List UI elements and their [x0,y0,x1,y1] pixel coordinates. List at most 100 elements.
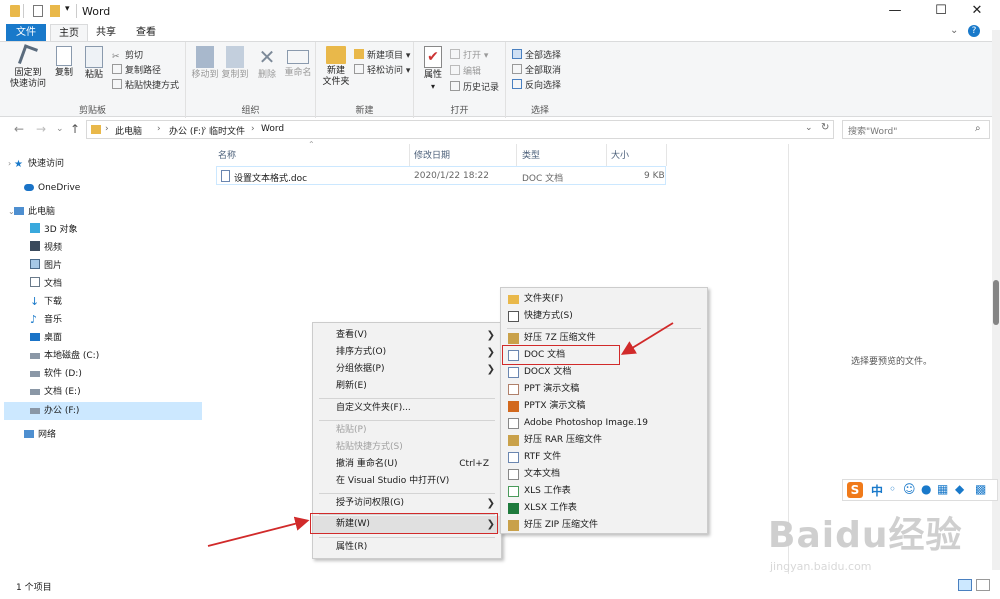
toolbox-icon[interactable]: ▩ [975,482,986,496]
submenu-arrow-icon: ❯ [486,364,495,375]
tab-view[interactable]: 查看 [130,24,162,41]
nav-downloads[interactable]: ↓ 下载 [30,293,62,311]
open-button[interactable]: 打开 ▾ [450,48,488,61]
copy-button[interactable]: 复制 [50,46,78,79]
properties-button[interactable]: ✔ 属性 ▾ [420,46,446,92]
select-all-button[interactable]: 全部选择 [512,48,561,61]
easy-access-button[interactable]: 轻松访问 ▾ [354,63,410,76]
paste-shortcut-button[interactable]: 粘贴快捷方式 [112,78,179,91]
menu-item-customize-folder[interactable]: 自定义文件夹(F)... [313,400,501,417]
nav-pictures[interactable]: 图片 [30,257,62,275]
menu-item-sort-by[interactable]: 排序方式(O) ❯ [313,344,501,361]
new-folder-button[interactable]: 新建 文件夹 [320,46,352,88]
copy-to-button[interactable]: 复制到 [220,46,250,81]
tab-home[interactable]: 主页 [50,24,88,41]
menu-item-undo-rename[interactable]: 撤消 重命名(U) Ctrl+Z [313,456,501,473]
nav-drive-e[interactable]: 文档 (E:) [30,383,81,401]
column-header-size[interactable]: 大小 [611,148,629,161]
new-rtf-item[interactable]: RTF 文件 [501,449,707,466]
new-xls-item[interactable]: XLS 工作表 [501,483,707,500]
refresh-icon[interactable]: ↻ [821,122,829,133]
breadcrumb-this-pc[interactable]: 此电脑 [115,124,142,137]
menu-item-give-access[interactable]: 授予访问权限(G) ❯ [313,495,501,512]
history-button[interactable]: 历史记录 [450,80,499,93]
up-arrow-icon[interactable]: ↑ [70,122,80,136]
address-box[interactable]: › 此电脑 › 办公 (F:) › 临时文件 › Word ⌄ ↻ [86,120,834,139]
nav-desktop[interactable]: 桌面 [30,329,62,347]
move-to-button[interactable]: 移动到 [190,46,220,81]
large-icons-view-icon[interactable] [976,579,990,591]
nav-drive-c[interactable]: 本地磁盘 (C:) [30,347,99,365]
new-folder-quick-icon[interactable] [50,5,60,17]
download-icon: ↓ [30,295,40,308]
menu-item-open-in-visual-studio[interactable]: 在 Visual Studio 中打开(V) [313,473,501,490]
quick-access-dropdown-icon[interactable]: ▾ [65,4,70,14]
breadcrumb-temp-folder[interactable]: 临时文件 [209,124,245,137]
nav-3d-objects[interactable]: 3D 对象 [30,221,78,239]
copy-path-button[interactable]: 复制路径 [112,63,161,76]
nav-network[interactable]: 网络 [24,426,56,444]
back-arrow-icon[interactable]: ← [14,122,24,136]
column-header-name[interactable]: 名称 [218,148,236,161]
breadcrumb-word[interactable]: Word [261,124,284,134]
close-button[interactable]: ✕ [954,0,1000,22]
new-ppt-item[interactable]: PPT 演示文稿 [501,381,707,398]
details-view-icon[interactable] [958,579,972,591]
rename-button[interactable]: 重命名 [282,46,314,79]
cut-button[interactable]: ✂ 剪切 [112,48,143,62]
search-input[interactable]: 搜索"Word" ⌕ [842,120,990,139]
cube-icon [30,223,40,233]
expand-chevron-icon[interactable]: ⌄ [8,203,15,221]
expand-chevron-icon[interactable]: › [8,155,11,173]
tab-share[interactable]: 共享 [92,24,120,41]
new-zip-archive-item[interactable]: 好压 ZIP 压缩文件 [501,517,707,534]
forward-arrow-icon[interactable]: → [36,122,46,136]
menu-item-refresh[interactable]: 刷新(E) [313,378,501,395]
scrollbar-thumb[interactable] [993,280,999,325]
paste-button[interactable]: 粘贴 [80,46,108,81]
help-icon[interactable]: ? [968,25,980,37]
expand-ribbon-icon[interactable]: ⌄ [950,25,958,36]
new-item-button[interactable]: 新建项目 ▾ [354,48,410,61]
menu-item-properties[interactable]: 属性(R) [313,539,501,556]
new-psd-item[interactable]: Adobe Photoshop Image.19 [501,415,707,432]
menu-item-group-by[interactable]: 分组依据(P) ❯ [313,361,501,378]
microphone-icon[interactable]: ● [921,482,931,496]
invert-selection-button[interactable]: 反向选择 [512,78,561,91]
pin-quick-access-button[interactable]: 固定到 快速访问 [8,44,48,90]
new-pptx-item[interactable]: PPTX 演示文稿 [501,398,707,415]
edit-button[interactable]: 编辑 [450,64,481,77]
keyboard-icon[interactable]: ▦ [937,482,948,496]
table-row[interactable]: 设置文本格式.doc 2020/1/22 18:22 DOC 文档 9 KB [216,166,666,185]
minimize-button[interactable]: — [872,0,918,22]
new-text-item[interactable]: 文本文档 [501,466,707,483]
sogou-logo[interactable]: S [847,482,863,498]
address-dropdown-icon[interactable]: ⌄ [805,123,813,133]
ime-language-toggle[interactable]: 中 [871,482,883,499]
tab-file[interactable]: 文件 [6,24,46,41]
nav-videos[interactable]: 视频 [30,239,62,257]
column-header-modified[interactable]: 修改日期 [414,148,450,161]
new-shortcut-item[interactable]: 快捷方式(S) [501,308,707,325]
nav-drive-d[interactable]: 软件 (D:) [30,365,82,383]
properties-quick-icon[interactable] [33,5,43,17]
nav-documents[interactable]: 文档 [30,275,62,293]
skin-icon[interactable]: ◆ [955,482,964,496]
new-docx-item[interactable]: DOCX 文档 [501,364,707,381]
select-none-button[interactable]: 全部取消 [512,63,561,76]
nav-onedrive[interactable]: OneDrive [24,179,80,197]
delete-button[interactable]: ✕ 删除 [254,46,280,81]
punctuation-icon[interactable]: ◦ [889,482,896,496]
emoji-icon[interactable]: ☺ [903,482,916,496]
nav-quick-access[interactable]: › ★ 快速访问 [8,155,64,173]
recent-locations-icon[interactable]: ⌄ [56,124,64,134]
new-xlsx-item[interactable]: XLSX 工作表 [501,500,707,517]
nav-music[interactable]: ♪ 音乐 [30,311,62,329]
breadcrumb-drive-f[interactable]: 办公 (F:) [169,124,204,137]
new-folder-item[interactable]: 文件夹(F) [501,291,707,308]
column-header-type[interactable]: 类型 [522,148,540,161]
new-rar-archive-item[interactable]: 好压 RAR 压缩文件 [501,432,707,449]
menu-item-view[interactable]: 查看(V) ❯ [313,327,501,344]
nav-drive-f[interactable]: 办公 (F:) [4,402,202,420]
nav-this-pc[interactable]: ⌄ 此电脑 [8,203,55,221]
